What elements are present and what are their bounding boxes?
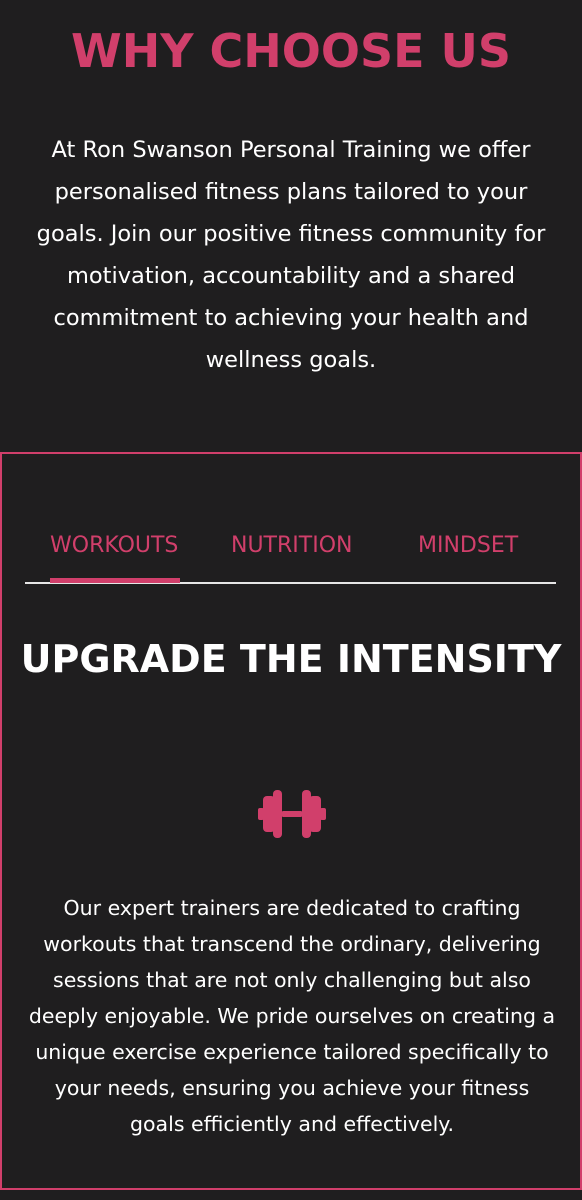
tab-workouts[interactable]: WORKOUTS bbox=[50, 526, 178, 566]
page-title: WHY CHOOSE US bbox=[70, 24, 512, 78]
tab-nutrition[interactable]: NUTRITION bbox=[231, 526, 352, 566]
why-choose-us-section: WHY CHOOSE US At Ron Swanson Personal Tr… bbox=[0, 0, 582, 452]
panel-description: Our expert trainers are dedicated to cra… bbox=[28, 896, 556, 1136]
tab-bar: WORKOUTS NUTRITION MINDSET bbox=[25, 512, 556, 584]
intro-paragraph: At Ron Swanson Personal Training we offe… bbox=[36, 137, 546, 373]
dumbbell-icon bbox=[258, 790, 326, 838]
tab-active-indicator bbox=[50, 578, 180, 583]
tab-panel: WORKOUTS NUTRITION MINDSET UPGRADE THE I… bbox=[0, 452, 582, 1190]
panel-title: UPGRADE THE INTENSITY bbox=[20, 637, 562, 681]
tab-mindset[interactable]: MINDSET bbox=[418, 526, 518, 566]
